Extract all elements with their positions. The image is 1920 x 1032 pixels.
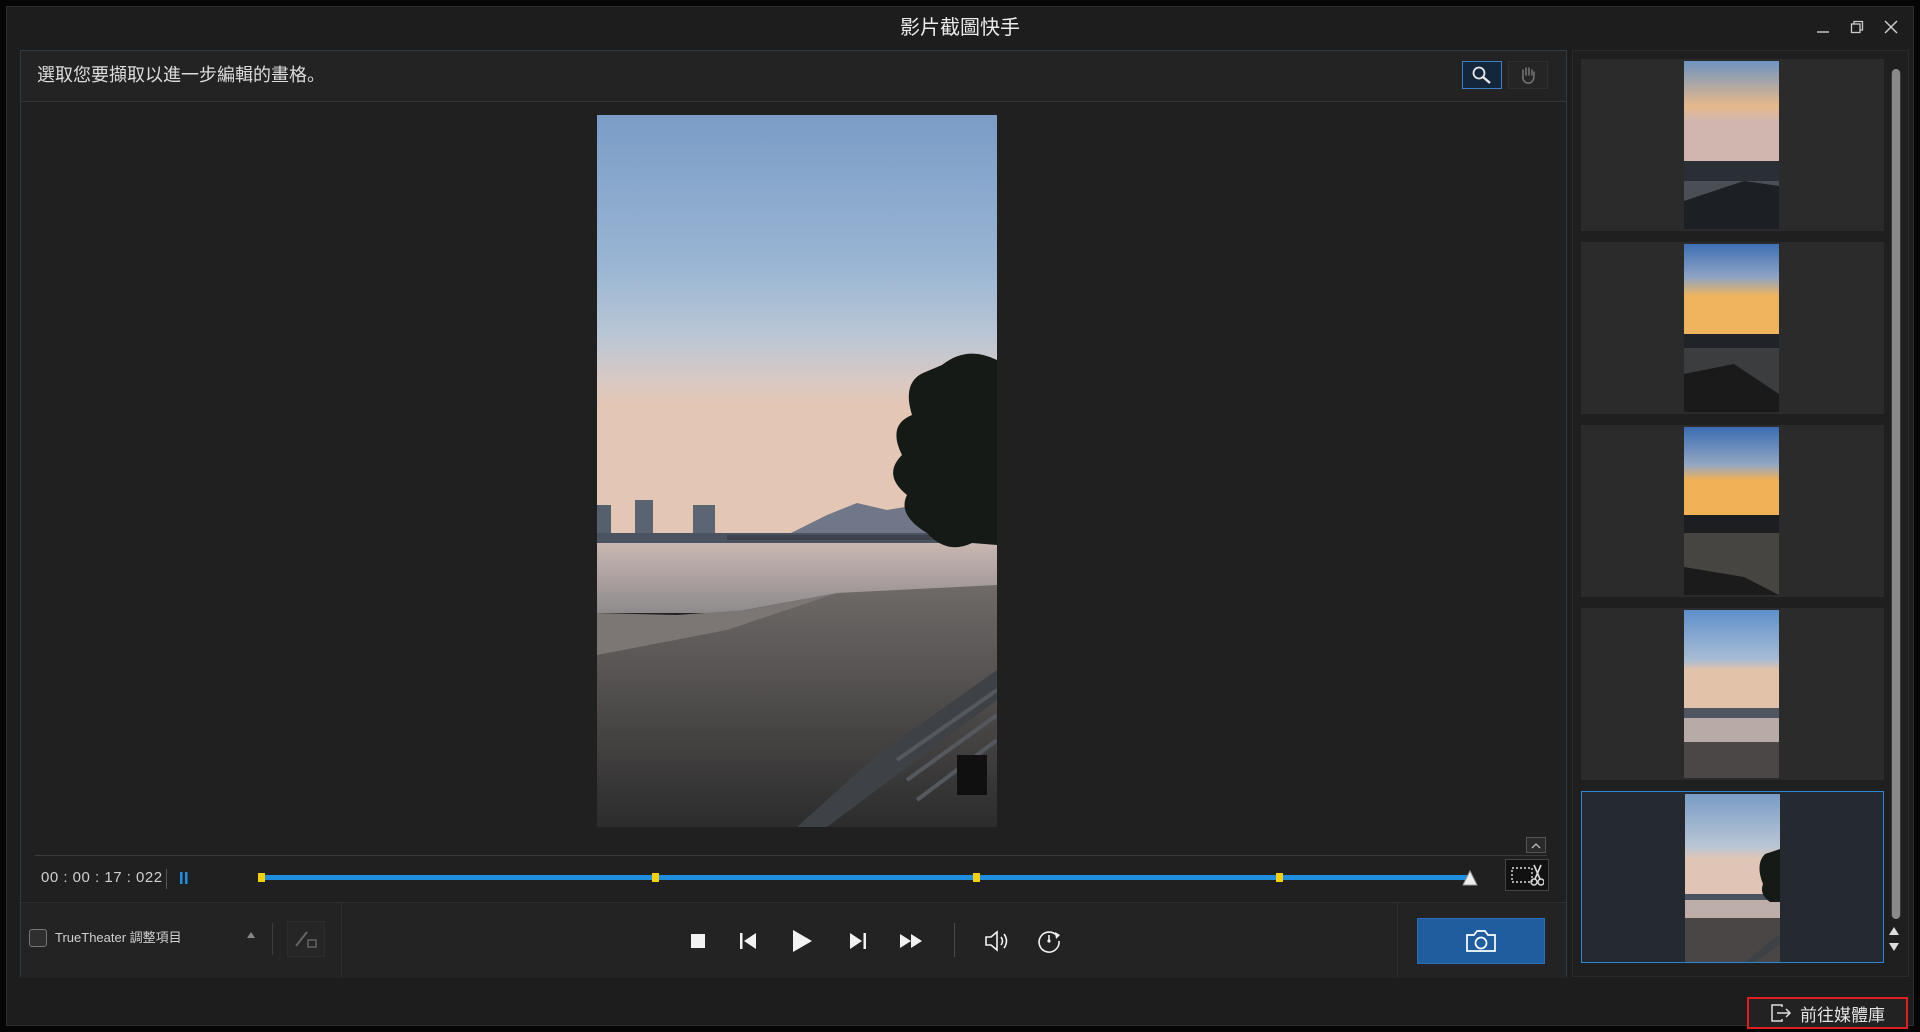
thumbnail-image bbox=[1684, 610, 1779, 778]
camera-icon bbox=[1466, 930, 1496, 952]
timeline-divider bbox=[35, 855, 1547, 856]
playback-speed-button[interactable] bbox=[1031, 923, 1067, 959]
truetheater-label: TrueTheater 調整項目 bbox=[55, 930, 182, 945]
previous-frame-icon bbox=[740, 933, 756, 949]
goto-media-library-button[interactable]: 前往媒體庫 bbox=[1747, 997, 1908, 1029]
stop-button[interactable] bbox=[680, 923, 716, 959]
frame-thumbnail-selected[interactable] bbox=[1581, 791, 1884, 963]
truetheater-expand-icon[interactable] bbox=[246, 931, 256, 939]
goto-media-library-label: 前往媒體庫 bbox=[1800, 1005, 1885, 1025]
scroll-up-arrow-icon[interactable] bbox=[1888, 926, 1900, 936]
play-icon bbox=[793, 930, 812, 952]
panel-divider bbox=[341, 903, 342, 978]
frame-thumbnail[interactable] bbox=[1581, 242, 1884, 414]
window-controls bbox=[1811, 15, 1903, 39]
stop-icon bbox=[691, 934, 705, 948]
scroll-down-arrow-icon[interactable] bbox=[1888, 942, 1900, 952]
close-icon bbox=[1884, 20, 1898, 34]
controls-separator bbox=[272, 923, 273, 955]
volume-button[interactable] bbox=[980, 923, 1016, 959]
zoom-tool-button[interactable] bbox=[1462, 61, 1502, 89]
hand-icon bbox=[1522, 67, 1535, 84]
close-button[interactable] bbox=[1879, 15, 1903, 39]
pause-indicator-icon[interactable] bbox=[179, 871, 189, 885]
volume-icon bbox=[985, 930, 1008, 952]
thumbnail-image bbox=[1685, 794, 1780, 962]
previous-frame-button[interactable] bbox=[730, 923, 766, 959]
timeline-track[interactable] bbox=[258, 873, 1470, 882]
film-scissors-icon bbox=[1511, 864, 1544, 886]
minimize-button[interactable] bbox=[1811, 15, 1835, 39]
panel-divider-right bbox=[1397, 903, 1398, 978]
thumbnail-image bbox=[1684, 61, 1779, 229]
timeline-marker[interactable] bbox=[652, 873, 659, 882]
window-title: 影片截圖快手 bbox=[900, 17, 1020, 39]
preview-area bbox=[21, 102, 1566, 892]
next-frame-button[interactable] bbox=[840, 923, 876, 959]
timecode-separator bbox=[166, 869, 167, 889]
preview-toolbar: 選取您要擷取以進一步編輯的畫格。 bbox=[21, 51, 1566, 102]
snapshot-button[interactable] bbox=[1417, 918, 1545, 964]
restore-button[interactable] bbox=[1845, 15, 1869, 39]
truetheater-checkbox[interactable] bbox=[29, 929, 47, 947]
collapse-timeline-button[interactable] bbox=[1526, 837, 1546, 853]
timecode: 00 : 00 : 17 : 022 bbox=[41, 869, 163, 886]
thumbnail-panel bbox=[1572, 50, 1909, 977]
thumbnail-image bbox=[1684, 244, 1779, 412]
timeline-marker[interactable] bbox=[973, 873, 980, 882]
frame-thumbnail[interactable] bbox=[1581, 59, 1884, 231]
playback-separator bbox=[954, 923, 955, 957]
hand-tool-button[interactable] bbox=[1508, 61, 1548, 89]
fast-forward-button[interactable] bbox=[893, 923, 929, 959]
frame-thumbnail[interactable] bbox=[1581, 425, 1884, 597]
exit-arrow-icon bbox=[1771, 1004, 1792, 1022]
next-frame-icon bbox=[850, 933, 866, 949]
restore-icon bbox=[1850, 20, 1864, 34]
speed-icon bbox=[1038, 931, 1060, 953]
title-bar: 影片截圖快手 bbox=[7, 7, 1913, 49]
pencil-icon bbox=[295, 931, 317, 948]
frame-thumbnail[interactable] bbox=[1581, 608, 1884, 780]
minimize-icon bbox=[1817, 31, 1829, 33]
trim-button[interactable] bbox=[1505, 859, 1549, 891]
video-snapshot-window: 影片截圖快手 選取您要擷取以進一步編輯的畫格。 00: 00: 17: 0… bbox=[6, 6, 1914, 1029]
fast-forward-icon bbox=[900, 934, 922, 948]
video-frame[interactable] bbox=[597, 115, 997, 827]
timeline-marker[interactable] bbox=[1276, 873, 1283, 882]
chevron-up-icon bbox=[1531, 842, 1541, 848]
timeline-marker[interactable] bbox=[258, 873, 265, 882]
magnifier-icon bbox=[1472, 66, 1491, 84]
instruction-text: 選取您要擷取以進一步編輯的畫格。 bbox=[37, 65, 325, 85]
thumbnail-image bbox=[1684, 427, 1779, 595]
thumbnail-scrollbar[interactable] bbox=[1891, 69, 1901, 919]
playback-controls-bar: TrueTheater 調整項目 bbox=[21, 902, 1566, 978]
preview-panel: 選取您要擷取以進一步編輯的畫格。 00: 00: 17: 022 True… bbox=[20, 50, 1567, 978]
edit-frame-button[interactable] bbox=[287, 921, 325, 957]
scrollbar-thumb[interactable] bbox=[1892, 69, 1900, 919]
playhead-marker[interactable] bbox=[1462, 870, 1478, 886]
play-button[interactable] bbox=[784, 923, 820, 959]
